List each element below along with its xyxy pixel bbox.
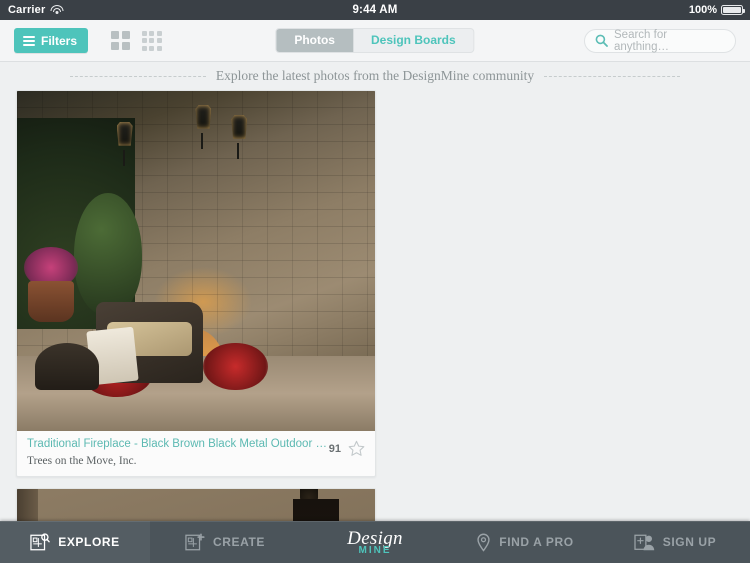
grid-3x3-icon[interactable] [141, 30, 162, 51]
tab-sign-up[interactable]: SIGN UP [600, 521, 750, 563]
map-pin-icon [477, 533, 490, 552]
photo-card-grid: Traditional Fireplace - Black Brown Blac… [0, 90, 750, 563]
tab-design-boards[interactable]: Design Boards [353, 29, 474, 52]
content-type-segmented-control: Photos Design Boards [275, 28, 475, 53]
photo-card[interactable]: Traditional Fireplace - Black Brown Blac… [16, 90, 376, 477]
user-add-icon [634, 534, 654, 550]
search-placeholder: Search for anything… [614, 28, 669, 53]
ios-status-bar: Carrier 9:44 AM 100% [0, 0, 750, 20]
photo-card-subtitle: Trees on the Move, Inc. [27, 455, 137, 467]
banner-text: Explore the latest photos from the Desig… [215, 68, 535, 83]
tab-sign-up-label: SIGN UP [662, 535, 717, 549]
outdoor-stone-fireplace-patio-photo[interactable] [17, 91, 375, 431]
designmine-logo[interactable]: Design MINE [300, 521, 450, 563]
search-input[interactable]: Search for anything… [584, 28, 736, 53]
tab-create-label: CREATE [212, 535, 266, 549]
photo-card-title[interactable]: Traditional Fireplace - Black Brown Blac… [27, 438, 329, 450]
bottom-tab-bar: EXPLORE CREATE Design MINE FIND A PRO SI… [0, 521, 750, 563]
blueprint-plus-icon [185, 532, 205, 550]
top-toolbar: Filters Photos Design Boards Search for … [0, 20, 750, 62]
blueprint-search-icon [30, 532, 50, 550]
photo-card-favorite[interactable]: 91 [329, 438, 365, 457]
grid-2x2-icon[interactable] [111, 31, 130, 50]
filters-button-label: Filters [41, 33, 78, 48]
view-mode-toggles [111, 30, 162, 51]
logo-word-mine: MINE [358, 544, 392, 556]
banner-dash-left [70, 75, 206, 77]
tab-explore-label: EXPLORE [58, 535, 120, 549]
favorite-count: 91 [328, 442, 341, 455]
photo-feed-scroll-area[interactable]: Traditional Fireplace - Black Brown Blac… [0, 90, 750, 563]
tab-photos[interactable]: Photos [276, 29, 353, 52]
app-root: Carrier 9:44 AM 100% Filters Photos Desi… [0, 0, 750, 563]
photo-card-text: Traditional Fireplace - Black Brown Blac… [27, 438, 329, 467]
status-bar-clock: 9:44 AM [352, 4, 398, 16]
photo-card-meta: Traditional Fireplace - Black Brown Blac… [17, 431, 375, 476]
star-outline-icon[interactable] [348, 440, 365, 457]
community-banner: Explore the latest photos from the Desig… [0, 62, 750, 90]
tab-find-a-pro[interactable]: FIND A PRO [450, 521, 600, 563]
hamburger-icon [23, 35, 35, 46]
banner-dash-right [544, 75, 681, 77]
tab-create[interactable]: CREATE [150, 521, 300, 563]
tab-explore[interactable]: EXPLORE [0, 521, 150, 563]
tab-find-a-pro-label: FIND A PRO [499, 535, 574, 549]
search-icon [595, 34, 608, 47]
battery-full-icon [721, 5, 746, 15]
filters-button[interactable]: Filters [14, 28, 89, 53]
